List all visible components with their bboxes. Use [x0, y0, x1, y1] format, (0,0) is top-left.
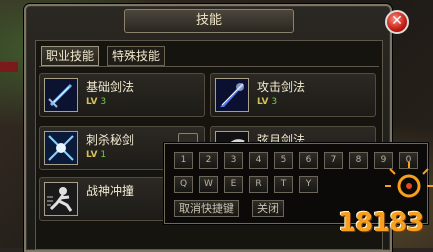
skill-card-basic-sword[interactable]: 基础剑法 LV 3	[39, 73, 205, 117]
key-y[interactable]: Y	[299, 176, 318, 193]
basic-sword-icon	[44, 78, 78, 112]
tab-special-skills[interactable]: 特殊技能	[107, 46, 166, 66]
key-t[interactable]: T	[274, 176, 293, 193]
skill-name: 刺杀秘剑	[86, 133, 135, 147]
window-title: 技能	[124, 9, 294, 33]
key-e[interactable]: E	[224, 176, 243, 193]
war-god-charge-icon	[44, 182, 78, 216]
key-2[interactable]: 2	[199, 152, 218, 169]
close-keypad-button[interactable]: 关闭	[252, 200, 284, 217]
key-r[interactable]: R	[249, 176, 268, 193]
skill-name: 战神冲撞	[86, 184, 135, 198]
attack-sword-icon	[215, 78, 249, 112]
key-4[interactable]: 4	[249, 152, 268, 169]
skill-name: 基础剑法	[86, 80, 135, 94]
key-1[interactable]: 1	[174, 152, 193, 169]
key-5[interactable]: 5	[274, 152, 293, 169]
key-6[interactable]: 6	[299, 152, 318, 169]
skill-level: LV 3	[257, 97, 278, 107]
key-w[interactable]: W	[199, 176, 218, 193]
skill-level: LV 1	[86, 150, 107, 160]
assassin-sword-icon	[44, 131, 78, 165]
skill-name: 攻击剑法	[257, 80, 306, 94]
key-7[interactable]: 7	[324, 152, 343, 169]
key-3[interactable]: 3	[224, 152, 243, 169]
skill-level: LV 3	[86, 97, 107, 107]
close-button[interactable]: ✕	[385, 10, 409, 34]
tab-strip: 职业技能 特殊技能	[39, 44, 379, 67]
key-8[interactable]: 8	[349, 152, 368, 169]
key-q[interactable]: Q	[174, 176, 193, 193]
background-health-bar	[0, 62, 18, 72]
tab-class-skills[interactable]: 职业技能	[41, 46, 100, 66]
watermark-text: 18183	[338, 208, 424, 238]
skill-card-attack-sword[interactable]: 攻击剑法 LV 3	[210, 73, 376, 117]
cancel-shortcut-button[interactable]: 取消快捷键	[174, 200, 239, 217]
